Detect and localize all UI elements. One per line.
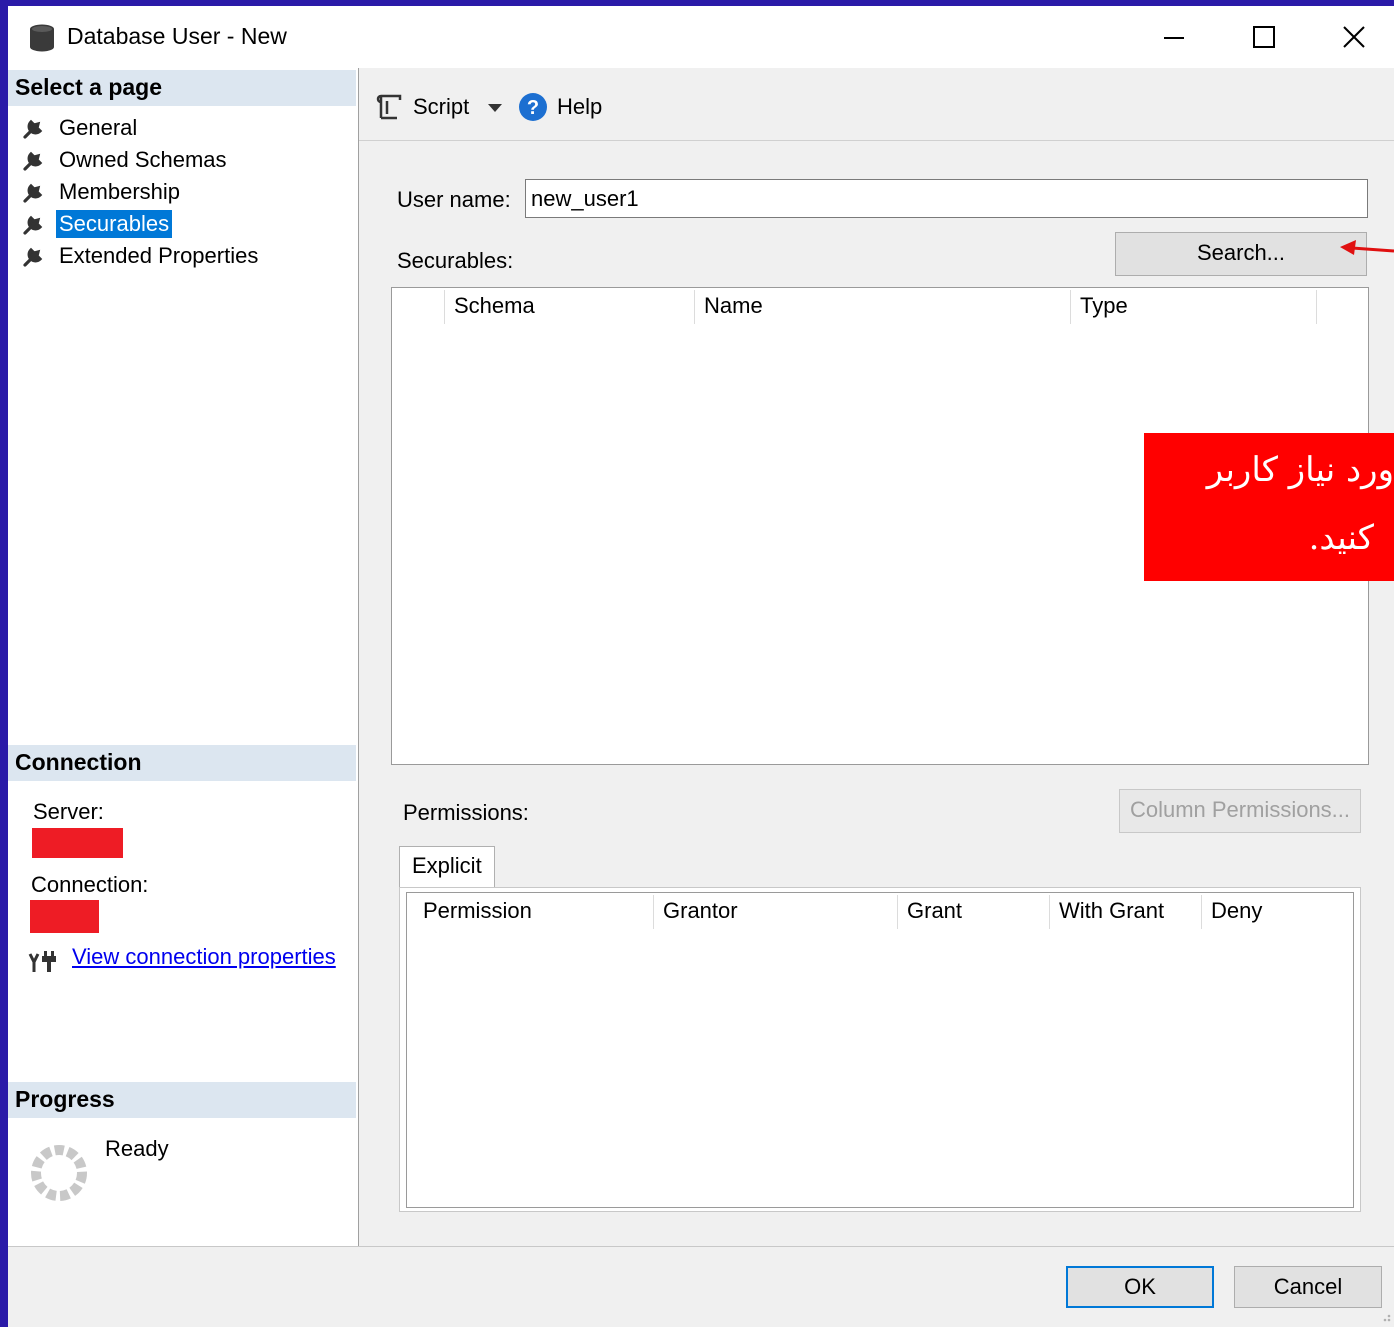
wrench-icon <box>23 215 43 235</box>
page-item-label: General <box>59 115 138 140</box>
callout-line-1: ورد نیاز کاربر <box>1206 450 1394 490</box>
column-header-type[interactable]: Type <box>1070 288 1316 324</box>
help-icon: ? <box>519 93 547 121</box>
page-item-membership[interactable]: Membership <box>22 177 183 207</box>
column-header-with-grant[interactable]: With Grant <box>1049 893 1201 929</box>
annotation-callout: ورد نیاز کاربر کنید. <box>1144 433 1394 581</box>
page-item-owned-schemas[interactable]: Owned Schemas <box>22 145 230 175</box>
dialog-footer: OK Cancel <box>8 1246 1394 1327</box>
script-button[interactable]: Script <box>375 92 469 122</box>
cancel-button[interactable]: Cancel <box>1234 1266 1382 1308</box>
server-label: Server: <box>33 799 104 824</box>
permissions-panel: Permission Grantor Grant With Grant Deny <box>399 887 1361 1212</box>
tab-explicit[interactable]: Explicit <box>399 846 495 888</box>
column-header-grant[interactable]: Grant <box>897 893 1049 929</box>
page-item-extended-properties[interactable]: Extended Properties <box>22 241 261 271</box>
dialog-window: Database User - New Select a page Genera… <box>8 6 1394 1327</box>
connection-value-redacted <box>30 900 99 933</box>
close-icon <box>1343 26 1365 48</box>
page-item-general[interactable]: General <box>22 113 140 143</box>
connection-header: Connection <box>8 745 356 781</box>
svg-text:?: ? <box>527 97 539 119</box>
callout-line-2: کنید. <box>1308 518 1374 558</box>
search-button[interactable]: Search... <box>1115 232 1367 276</box>
permissions-label: Permissions: <box>403 800 529 825</box>
progress-spinner-icon <box>31 1145 87 1201</box>
wrench-icon <box>23 183 43 203</box>
maximize-button[interactable] <box>1234 16 1294 58</box>
progress-status: Ready <box>105 1136 169 1161</box>
database-icon <box>30 24 54 52</box>
column-separator <box>1316 290 1317 324</box>
column-header-deny[interactable]: Deny <box>1201 893 1351 929</box>
permissions-grid: Permission Grantor Grant With Grant Deny <box>406 892 1354 1208</box>
view-connection-properties-link[interactable]: View connection properties <box>72 944 336 970</box>
wrench-icon <box>23 119 43 139</box>
progress-header: Progress <box>8 1082 356 1118</box>
page-item-label: Membership <box>59 179 181 204</box>
script-icon <box>376 94 402 120</box>
annotation-arrow-icon <box>1340 240 1394 255</box>
resize-grip-icon[interactable] <box>1378 1309 1392 1323</box>
column-header-permission[interactable]: Permission <box>413 893 653 929</box>
maximize-icon <box>1253 26 1275 48</box>
connection-label: Connection: <box>31 872 149 897</box>
wrench-icon <box>23 151 43 171</box>
ok-button[interactable]: OK <box>1066 1266 1214 1308</box>
column-header-name[interactable]: Name <box>694 288 1070 324</box>
select-page-header: Select a page <box>8 70 356 106</box>
page-item-label: Owned Schemas <box>59 147 227 172</box>
column-header-schema[interactable]: Schema <box>444 288 694 324</box>
title-bar: Database User - New <box>8 6 1394 68</box>
securables-label: Securables: <box>397 248 514 273</box>
user-name-label: User name: <box>397 187 511 212</box>
page-item-securables[interactable]: Securables <box>22 209 173 239</box>
window-title: Database User - New <box>67 23 287 49</box>
user-name-input[interactable] <box>525 179 1368 218</box>
script-label: Script <box>413 94 470 119</box>
help-button[interactable]: ? Help <box>518 92 602 122</box>
minimize-icon <box>1164 37 1184 39</box>
chevron-down-icon[interactable] <box>487 102 503 114</box>
toolbar: Script ? Help <box>359 68 1394 141</box>
page-item-label: Securables <box>56 210 173 238</box>
minimize-button[interactable] <box>1144 16 1204 58</box>
main-content: Script ? Help User name: Securables: Sea… <box>359 68 1394 1246</box>
wrench-icon <box>23 247 43 267</box>
plug-icon <box>28 951 56 972</box>
column-permissions-button[interactable]: Column Permissions... <box>1119 789 1361 833</box>
column-header-grantor[interactable]: Grantor <box>653 893 897 929</box>
close-button[interactable] <box>1324 16 1384 58</box>
sidebar: Select a page General Owned Schemas Memb… <box>8 68 359 1246</box>
server-value-redacted <box>32 828 123 858</box>
help-label: Help <box>557 94 603 119</box>
page-item-label: Extended Properties <box>59 243 259 268</box>
